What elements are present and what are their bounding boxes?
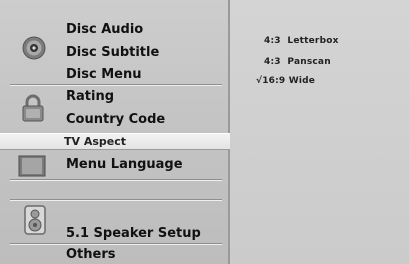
menu-item-label: Country Code xyxy=(66,112,166,127)
menu-item-country-code[interactable]: Country Code xyxy=(66,112,165,128)
speaker-icon xyxy=(24,205,46,239)
menu-item-label: TV Aspect xyxy=(64,135,127,148)
menu-divider xyxy=(10,199,222,201)
menu-item-label: Disc Menu xyxy=(66,67,142,82)
menu-divider xyxy=(10,84,222,86)
menu-item-menu-language[interactable]: Menu Language xyxy=(66,157,183,173)
tv-aspect-options-panel: 4:3 Letterbox 4:3 Panscan √16:9 Wide xyxy=(230,0,409,264)
setup-menu-list: Disc Audio Disc Subtitle Disc Menu Ratin… xyxy=(0,0,230,264)
menu-item-others[interactable]: Others xyxy=(66,247,116,263)
menu-item-label: Menu Language xyxy=(66,157,183,172)
disc-icon xyxy=(22,36,46,64)
menu-item-tv-aspect[interactable]: TV Aspect xyxy=(0,133,230,150)
option-label: 16:9 Wide xyxy=(262,76,316,86)
setup-menu-screen: Disc Audio Disc Subtitle Disc Menu Ratin… xyxy=(0,0,409,264)
menu-item-label: Rating xyxy=(66,89,115,104)
menu-divider xyxy=(10,243,222,245)
menu-item-disc-subtitle[interactable]: Disc Subtitle xyxy=(66,45,159,61)
option-wide[interactable]: √16:9 Wide xyxy=(236,63,315,99)
menu-item-label: 5.1 Speaker Setup xyxy=(66,226,201,241)
menu-item-label: Disc Audio xyxy=(66,22,144,37)
menu-item-speaker-setup[interactable]: 5.1 Speaker Setup xyxy=(66,226,201,242)
menu-divider xyxy=(10,179,222,181)
menu-item-label: Disc Subtitle xyxy=(66,45,160,60)
menu-item-disc-menu[interactable]: Disc Menu xyxy=(66,67,141,83)
menu-item-disc-audio[interactable]: Disc Audio xyxy=(66,22,143,38)
menu-item-rating[interactable]: Rating xyxy=(66,89,114,105)
menu-item-label: Others xyxy=(66,247,116,262)
lock-icon xyxy=(20,93,46,127)
tv-icon xyxy=(18,155,46,181)
